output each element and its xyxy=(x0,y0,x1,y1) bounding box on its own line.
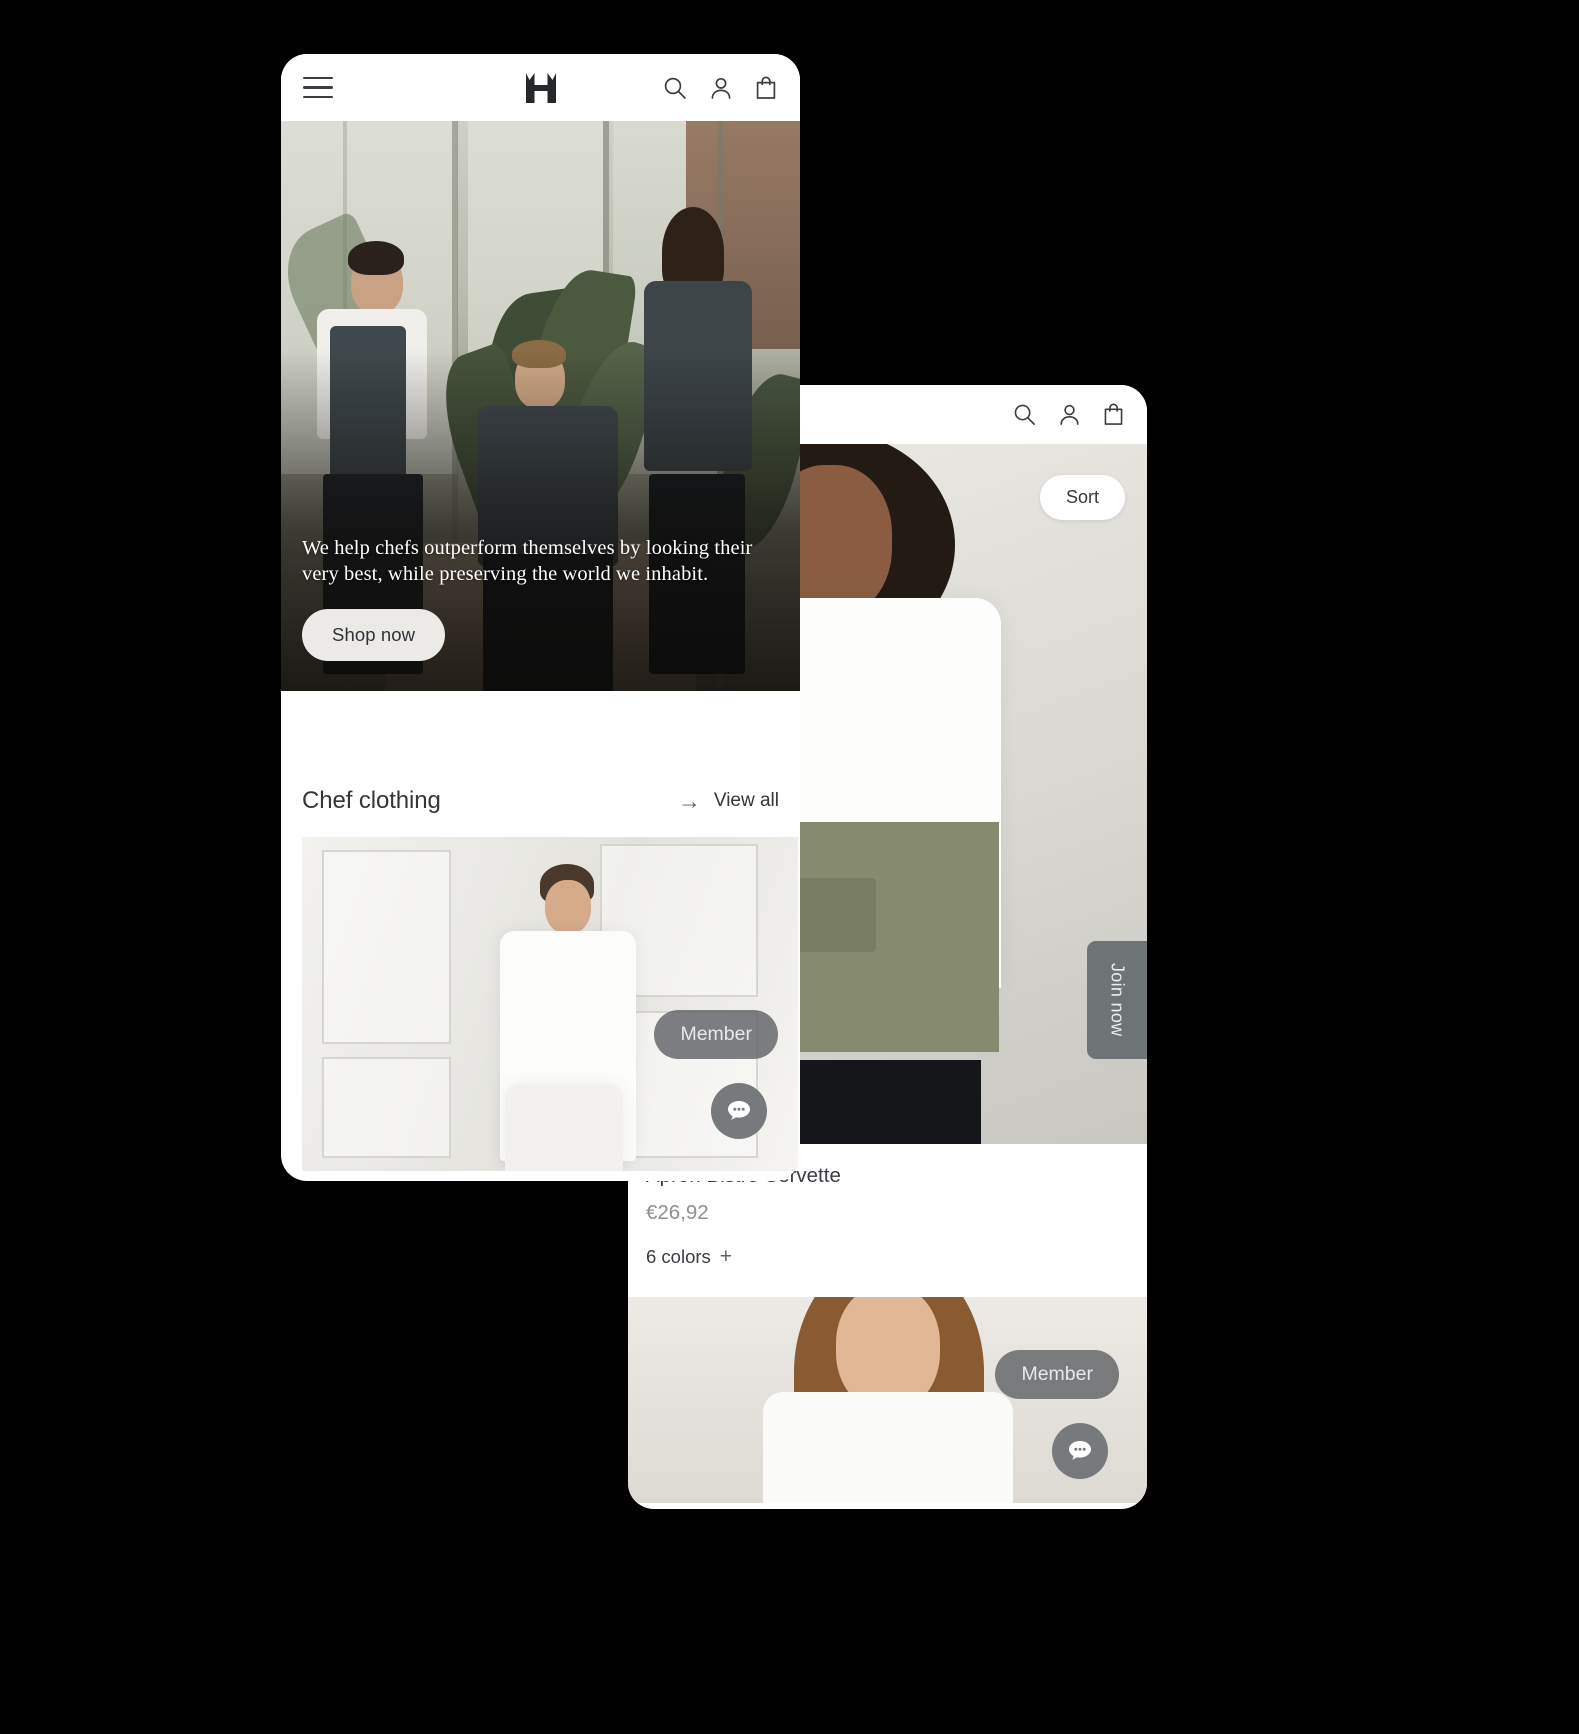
hero-tagline: We help chefs outperform themselves by l… xyxy=(302,536,753,585)
arrow-right-icon: → xyxy=(677,787,701,814)
chat-bubble-icon[interactable] xyxy=(711,1083,767,1139)
join-now-label: Join now xyxy=(1107,963,1128,1037)
color-options-toggle[interactable]: 6 colors + xyxy=(646,1245,1129,1269)
plus-icon: + xyxy=(719,1245,733,1268)
search-icon[interactable] xyxy=(1012,402,1037,427)
color-count-label: 6 colors xyxy=(646,1246,711,1267)
search-icon[interactable] xyxy=(662,75,688,101)
account-icon[interactable] xyxy=(1057,402,1082,427)
phone-mockup-home: We help chefs outperform themselves by l… xyxy=(281,54,800,1181)
sort-button[interactable]: Sort xyxy=(1039,475,1125,520)
chat-bubble-icon[interactable] xyxy=(1052,1423,1108,1479)
header-icon-group-2 xyxy=(1012,402,1125,427)
brand-logo-h[interactable] xyxy=(523,71,559,105)
product-card[interactable]: Member xyxy=(302,837,798,1171)
shopping-bag-icon[interactable] xyxy=(754,75,778,101)
hamburger-menu-icon[interactable] xyxy=(303,76,333,99)
chef-clothing-section-header: Chef clothing → View all xyxy=(281,691,800,837)
product-price: €26,92 xyxy=(646,1201,709,1224)
hero-content: We help chefs outperform themselves by l… xyxy=(302,535,779,661)
member-badge[interactable]: Member xyxy=(995,1350,1119,1399)
view-all-link[interactable]: → View all xyxy=(677,787,779,814)
shop-now-button[interactable]: Shop now xyxy=(302,609,446,661)
view-all-label: View all xyxy=(713,790,779,811)
product-card[interactable]: Member xyxy=(628,1297,1147,1503)
hero-banner: We help chefs outperform themselves by l… xyxy=(281,121,800,691)
header-icon-group xyxy=(662,75,778,101)
join-now-tab[interactable]: Join now xyxy=(1087,941,1147,1059)
shopping-bag-icon[interactable] xyxy=(1102,402,1125,427)
site-header xyxy=(281,54,800,121)
member-badge[interactable]: Member xyxy=(654,1010,778,1059)
section-title: Chef clothing xyxy=(302,787,441,814)
account-icon[interactable] xyxy=(708,75,734,101)
product-carousel[interactable]: Member xyxy=(281,837,800,1171)
